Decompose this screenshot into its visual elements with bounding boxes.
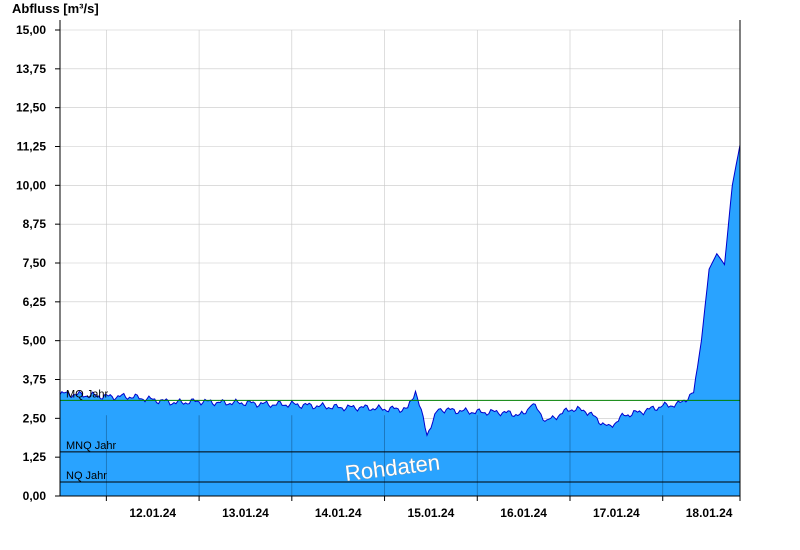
y-tick-label: 7,50	[23, 256, 47, 270]
y-tick-label: 15,00	[16, 23, 46, 37]
x-tick-label: 18.01.24	[686, 506, 733, 520]
y-axis-label: Abfluss [m³/s]	[12, 1, 99, 16]
y-tick-label: 11,25	[17, 140, 47, 154]
reference-line-label: NQ Jahr	[66, 470, 107, 482]
x-tick-label: 17.01.24	[593, 506, 640, 520]
reference-line-label: MNQ Jahr	[66, 440, 116, 452]
y-tick-label: 1,25	[23, 450, 47, 464]
x-tick-label: 13.01.24	[222, 506, 269, 520]
y-tick-label: 0,00	[23, 489, 47, 503]
discharge-series	[59, 144, 741, 496]
reference-line-label: MQ Jahr	[66, 388, 109, 400]
x-tick-label: 16.01.24	[500, 506, 547, 520]
y-tick-label: 10,00	[16, 178, 46, 192]
x-tick-label: 14.01.24	[315, 506, 362, 520]
y-tick-label: 3,75	[23, 373, 47, 387]
y-tick-label: 5,00	[23, 334, 47, 348]
y-tick-label: 8,75	[23, 217, 47, 231]
y-tick-label: 6,25	[23, 295, 47, 309]
y-tick-label: 13,75	[16, 62, 46, 76]
discharge-chart: Abfluss [m³/s] MQ Jahr MNQ Jahr NQ Jahr 0,…	[12, 1, 741, 520]
x-tick-label: 15.01.24	[408, 506, 455, 520]
discharge-area	[60, 144, 740, 496]
y-tick-label: 2,50	[23, 411, 47, 425]
y-tick-label: 12,50	[16, 101, 46, 115]
discharge-line	[59, 144, 741, 437]
x-tick-label: 12.01.24	[129, 506, 176, 520]
